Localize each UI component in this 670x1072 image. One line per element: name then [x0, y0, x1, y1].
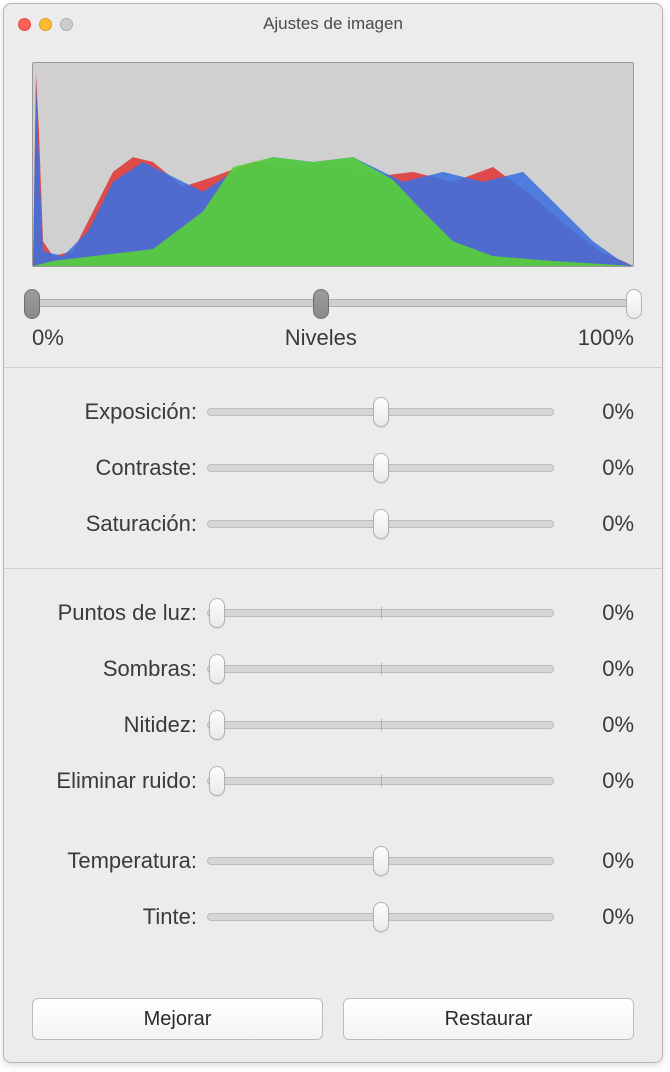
slider-thumb[interactable]	[209, 766, 225, 796]
slider-sharpness[interactable]	[207, 710, 554, 740]
divider	[4, 367, 662, 368]
slider-tick	[381, 607, 382, 619]
slider-contrast[interactable]	[207, 453, 554, 483]
slider-thumb[interactable]	[373, 846, 389, 876]
slider-label-saturation: Saturación:	[32, 511, 207, 537]
slider-value-shadows: 0%	[554, 656, 634, 682]
slider-value-exposure: 0%	[554, 399, 634, 425]
slider-label-sharpness: Nitidez:	[32, 712, 207, 738]
slider-value-contrast: 0%	[554, 455, 634, 481]
slider-highlights[interactable]	[207, 598, 554, 628]
slider-tick	[381, 775, 382, 787]
slider-value-temperature: 0%	[554, 848, 634, 874]
levels-center-label: Niveles	[64, 325, 578, 351]
slider-thumb[interactable]	[373, 453, 389, 483]
levels-black-thumb[interactable]	[24, 289, 40, 319]
minimize-icon[interactable]	[39, 18, 52, 31]
slider-label-temperature: Temperatura:	[32, 848, 207, 874]
slider-shadows[interactable]	[207, 654, 554, 684]
slider-row-sharpness: Nitidez: 0%	[32, 697, 634, 753]
titlebar: Ajustes de imagen	[4, 4, 662, 44]
slider-row-temperature: Temperatura: 0%	[32, 833, 634, 889]
slider-thumb[interactable]	[373, 902, 389, 932]
slider-tick	[381, 663, 382, 675]
slider-row-contrast: Contraste: 0%	[32, 440, 634, 496]
image-adjust-window: Ajustes de imagen 0% Niveles 100% Exposi…	[3, 3, 663, 1063]
slider-label-shadows: Sombras:	[32, 656, 207, 682]
slider-value-denoise: 0%	[554, 768, 634, 794]
slider-exposure[interactable]	[207, 397, 554, 427]
slider-row-shadows: Sombras: 0%	[32, 641, 634, 697]
slider-denoise[interactable]	[207, 766, 554, 796]
levels-track	[32, 299, 634, 307]
slider-value-saturation: 0%	[554, 511, 634, 537]
slider-row-denoise: Eliminar ruido: 0%	[32, 753, 634, 809]
slider-value-tint: 0%	[554, 904, 634, 930]
content: 0% Niveles 100% Exposición: 0% Contraste: 0…	[4, 44, 662, 1062]
slider-value-highlights: 0%	[554, 600, 634, 626]
histogram	[32, 62, 634, 267]
zoom-icon	[60, 18, 73, 31]
slider-label-highlights: Puntos de luz:	[32, 600, 207, 626]
slider-row-exposure: Exposición: 0%	[32, 384, 634, 440]
slider-label-contrast: Contraste:	[32, 455, 207, 481]
levels-white-thumb[interactable]	[626, 289, 642, 319]
slider-label-tint: Tinte:	[32, 904, 207, 930]
slider-track	[207, 609, 554, 617]
close-icon[interactable]	[18, 18, 31, 31]
slider-row-highlights: Puntos de luz: 0%	[32, 585, 634, 641]
slider-value-sharpness: 0%	[554, 712, 634, 738]
restore-button[interactable]: Restaurar	[343, 998, 634, 1040]
slider-track	[207, 665, 554, 673]
slider-label-exposure: Exposición:	[32, 399, 207, 425]
window-controls	[4, 18, 73, 31]
slider-thumb[interactable]	[373, 509, 389, 539]
slider-saturation[interactable]	[207, 509, 554, 539]
slider-tint[interactable]	[207, 902, 554, 932]
divider	[4, 568, 662, 569]
slider-track	[207, 777, 554, 785]
levels-labels: 0% Niveles 100%	[32, 325, 634, 351]
levels-right-label: 100%	[578, 325, 634, 351]
slider-row-tint: Tinte: 0%	[32, 889, 634, 945]
levels-left-label: 0%	[32, 325, 64, 351]
slider-thumb[interactable]	[209, 598, 225, 628]
slider-track	[207, 721, 554, 729]
slider-thumb[interactable]	[373, 397, 389, 427]
levels-mid-thumb[interactable]	[313, 289, 329, 319]
enhance-button[interactable]: Mejorar	[32, 998, 323, 1040]
slider-thumb[interactable]	[209, 710, 225, 740]
button-row: Mejorar Restaurar	[32, 980, 634, 1040]
slider-label-denoise: Eliminar ruido:	[32, 768, 207, 794]
slider-thumb[interactable]	[209, 654, 225, 684]
slider-temperature[interactable]	[207, 846, 554, 876]
slider-row-saturation: Saturación: 0%	[32, 496, 634, 552]
window-title: Ajustes de imagen	[4, 14, 662, 34]
levels-slider[interactable]	[32, 289, 634, 321]
slider-tick	[381, 719, 382, 731]
